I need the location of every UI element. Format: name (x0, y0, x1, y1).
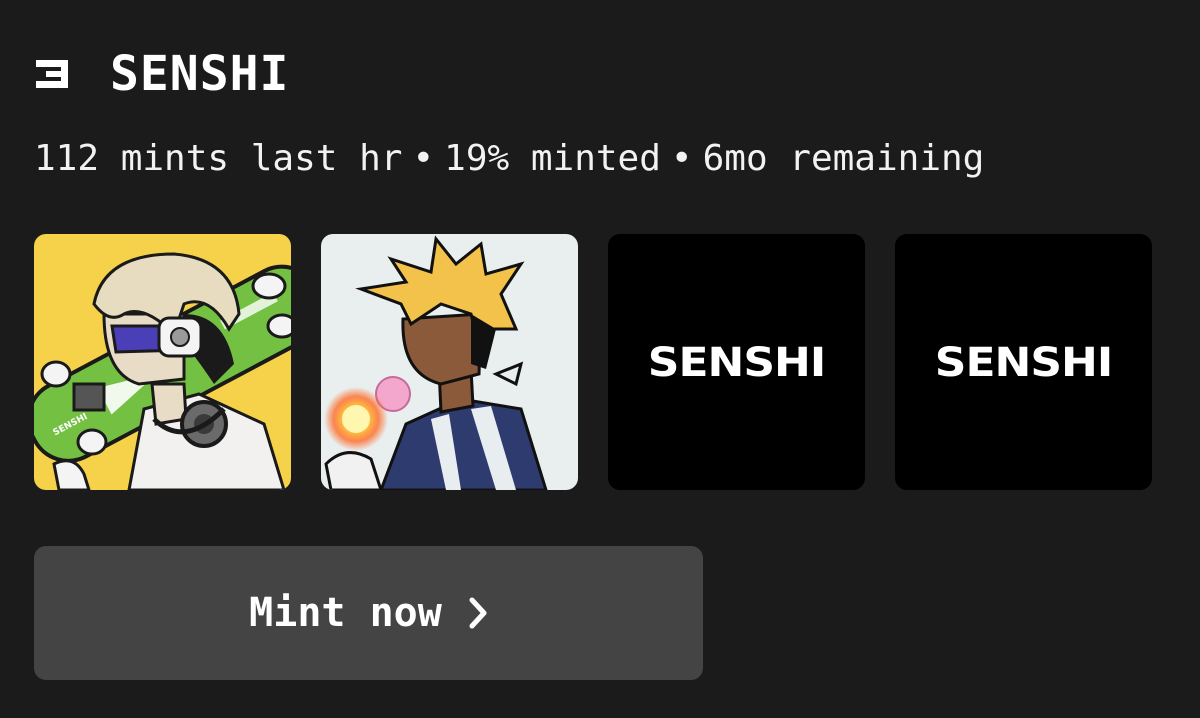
bubblegum-character-artwork (324, 235, 548, 490)
collection-header: SENSHI (34, 44, 289, 104)
skateboard-character-artwork: SENSHI (34, 252, 291, 490)
nft-thumbnail-placeholder[interactable]: SENSHI (895, 234, 1152, 490)
senshi-brand-logo: SENSHI (647, 338, 826, 386)
senshi-logo-icon (36, 60, 68, 88)
senshi-brand-logo: SENSHI (934, 338, 1113, 386)
collection-card: SENSHI 112 mints last hr • 19% minted • 6mo … (0, 0, 1200, 718)
mint-now-button[interactable]: Mint now (34, 546, 703, 680)
collection-title: SENSHI (110, 46, 290, 102)
stats-separator: • (412, 138, 435, 179)
nft-thumbnail[interactable]: SENSHI (34, 234, 291, 490)
mints-last-hour: 112 mints last hr (34, 138, 403, 179)
time-remaining: 6mo remaining (702, 138, 985, 179)
thumbnail-row: SENSHI SENSHI SENSHI (34, 234, 1152, 490)
mint-now-label: Mint now (249, 590, 442, 636)
nft-thumbnail[interactable] (321, 234, 578, 490)
stats-separator: • (670, 138, 693, 179)
chevron-right-icon (469, 597, 487, 629)
minted-percent: 19% minted (444, 138, 661, 179)
nft-thumbnail-placeholder[interactable]: SENSHI (608, 234, 865, 490)
collection-stats: 112 mints last hr • 19% minted • 6mo remaini… (34, 138, 984, 179)
